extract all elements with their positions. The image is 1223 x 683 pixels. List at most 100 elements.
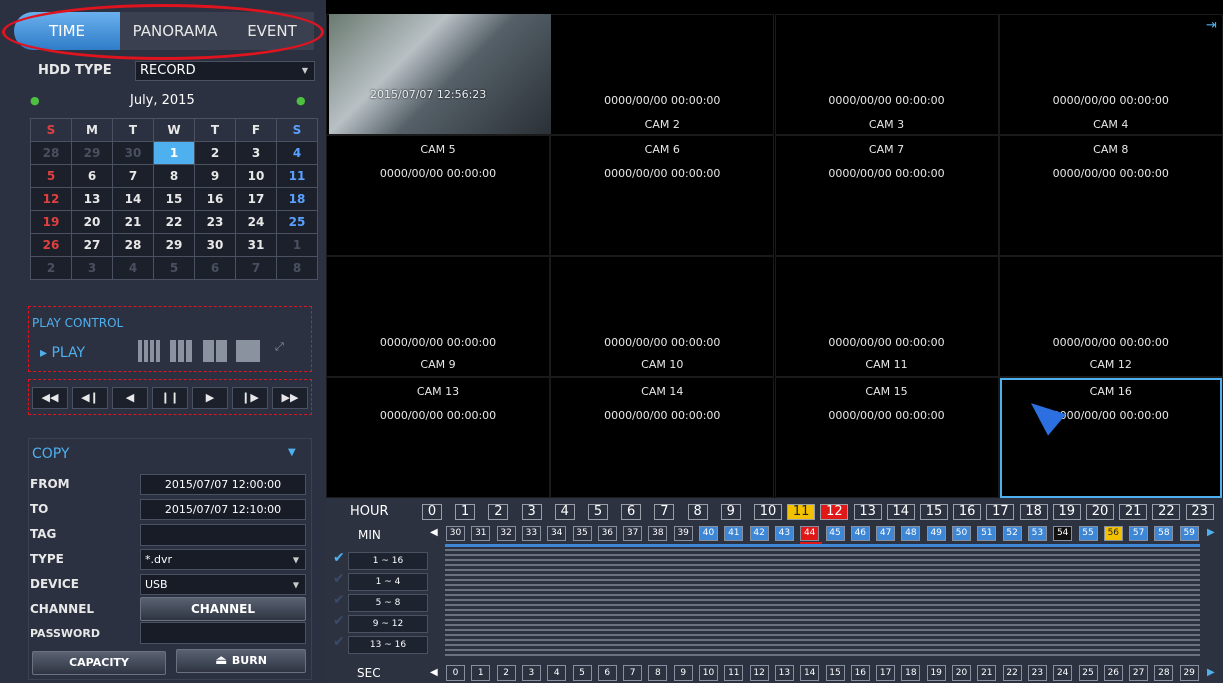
calendar-day[interactable]: 9 [194, 164, 236, 188]
camera-cell[interactable]: CAM 12 0000/00/00 00:00:00 [998, 256, 1223, 377]
hour-cell[interactable]: 21 [1119, 504, 1148, 520]
second-cell[interactable]: 25 [1078, 665, 1098, 681]
minute-cell[interactable]: 41 [724, 526, 744, 541]
fullscreen-icon[interactable]: ⤢ [275, 340, 284, 354]
minute-cell[interactable]: 59 [1179, 526, 1199, 541]
calendar-day[interactable]: 23 [194, 210, 236, 234]
channel-button[interactable]: CHANNEL [140, 597, 306, 621]
second-cell[interactable]: 3 [521, 665, 541, 681]
calendar-day[interactable]: 28 [112, 233, 154, 257]
second-cell[interactable]: 10 [699, 665, 718, 681]
split-1-icon[interactable] [236, 340, 260, 362]
second-cell[interactable]: 22 [1002, 665, 1022, 681]
calendar-day[interactable]: 1 [153, 141, 195, 165]
minute-cell[interactable]: 53 [1027, 526, 1047, 541]
calendar-day[interactable]: 20 [71, 210, 113, 234]
hour-cell[interactable]: 9 [720, 504, 741, 520]
camera-cell[interactable]: CAM 4 0000/00/00 00:00:00 [998, 14, 1223, 135]
minute-cell[interactable]: 36 [597, 526, 617, 541]
second-cell[interactable]: 4 [547, 665, 567, 681]
second-cell[interactable]: 16 [850, 665, 870, 681]
playback-button-6[interactable]: ▶▶ [272, 387, 308, 409]
second-cell[interactable]: 0 [446, 665, 465, 681]
second-cell[interactable]: 11 [724, 665, 744, 681]
minute-cell[interactable]: 39 [673, 526, 693, 541]
second-cell[interactable]: 17 [876, 665, 896, 681]
hour-cell[interactable]: 0 [422, 504, 442, 520]
hour-cell[interactable]: 4 [554, 504, 575, 520]
exit-icon[interactable]: ⇥ [1206, 18, 1217, 33]
hour-cell[interactable]: 20 [1086, 504, 1114, 520]
channel-group-button[interactable]: 1 ~ 4 [348, 573, 428, 591]
camera-cell[interactable]: CAM 2 0000/00/00 00:00:00 [550, 14, 775, 135]
calendar-day[interactable]: 4 [276, 141, 318, 165]
second-cell[interactable]: 7 [623, 665, 643, 681]
playback-button-3[interactable]: ❙❙ [152, 387, 188, 409]
camera-cell[interactable]: CAM 5 0000/00/00 00:00:00 [326, 135, 550, 256]
calendar-day[interactable]: 10 [235, 164, 277, 188]
calendar-day[interactable]: 4 [112, 256, 154, 280]
hour-cell[interactable]: 22 [1152, 504, 1181, 520]
hour-cell[interactable]: 6 [621, 504, 642, 520]
calendar-day[interactable]: 8 [153, 164, 195, 188]
calendar-day[interactable]: 29 [71, 141, 113, 165]
calendar-day[interactable]: 14 [112, 187, 154, 211]
second-cell[interactable]: 23 [1027, 665, 1047, 681]
min-prev-icon[interactable]: ◀ [430, 527, 438, 538]
hour-cell[interactable]: 2 [488, 504, 509, 520]
hour-cell[interactable]: 19 [1052, 504, 1081, 520]
second-cell[interactable]: 18 [901, 665, 921, 681]
second-cell[interactable]: 24 [1053, 665, 1073, 681]
split-16-icon[interactable] [138, 340, 162, 362]
minute-cell[interactable]: 48 [901, 526, 921, 541]
hour-cell[interactable]: 17 [986, 504, 1015, 520]
second-cell[interactable]: 8 [648, 665, 668, 681]
type-select[interactable]: *.dvr ▼ [140, 549, 306, 570]
calendar-day[interactable]: 3 [235, 141, 277, 165]
minute-cell[interactable]: 34 [547, 526, 567, 541]
hour-cell[interactable]: 8 [687, 504, 708, 520]
minute-cell[interactable]: 33 [521, 526, 541, 541]
min-next-icon[interactable]: ▶ [1207, 527, 1215, 538]
checkbox-icon[interactable]: ✔ [333, 613, 345, 629]
second-cell[interactable]: 27 [1129, 665, 1149, 681]
playback-button-2[interactable]: ◀ [112, 387, 148, 409]
calendar-day[interactable]: 13 [71, 187, 113, 211]
playback-button-0[interactable]: ◀◀ [32, 387, 68, 409]
hour-cell[interactable]: 16 [953, 504, 982, 520]
calendar-day[interactable]: 7 [235, 256, 277, 280]
hour-cell[interactable]: 7 [654, 504, 675, 520]
split-9-icon[interactable] [170, 340, 194, 362]
calendar-day[interactable]: 8 [276, 256, 318, 280]
camera-cell[interactable]: CAM 14 0000/00/00 00:00:00 [550, 377, 775, 498]
camera-cell[interactable]: CAM 15 0000/00/00 00:00:00 [774, 377, 999, 498]
minute-cell[interactable]: 37 [623, 526, 643, 541]
burn-button[interactable]: ⏏ BURN [176, 649, 306, 673]
from-field[interactable]: 2015/07/07 12:00:00 [140, 474, 306, 495]
calendar-day[interactable]: 2 [194, 141, 236, 165]
camera-cell[interactable]: CAM 6 0000/00/00 00:00:00 [550, 135, 775, 256]
hour-cell[interactable]: 12 [820, 504, 849, 520]
second-cell[interactable]: 26 [1103, 665, 1123, 681]
minute-cell[interactable]: 50 [952, 526, 971, 541]
calendar-day[interactable]: 16 [194, 187, 236, 211]
checkbox-icon[interactable]: ✔ [333, 634, 345, 650]
capacity-button[interactable]: CAPACITY [32, 651, 166, 675]
calendar-day[interactable]: 25 [276, 210, 318, 234]
playback-button-4[interactable]: ▶ [192, 387, 228, 409]
minute-cell[interactable]: 42 [749, 526, 769, 541]
second-cell[interactable]: 2 [496, 665, 516, 681]
camera-cell[interactable]: CAM 13 0000/00/00 00:00:00 [326, 377, 550, 498]
calendar-day[interactable]: 6 [194, 256, 236, 280]
minute-cell[interactable]: 30 [446, 526, 465, 541]
calendar-day[interactable]: 3 [71, 256, 113, 280]
camera-cell[interactable]: CAM 10 0000/00/00 00:00:00 [550, 256, 775, 377]
hour-cell[interactable]: 13 [853, 504, 882, 520]
minute-cell[interactable]: 44 [800, 526, 820, 541]
checkbox-icon[interactable]: ✔ [333, 571, 345, 587]
minute-cell[interactable]: 49 [926, 526, 946, 541]
minute-cell[interactable]: 55 [1078, 526, 1098, 541]
channel-group-button[interactable]: 13 ~ 16 [348, 636, 428, 654]
calendar-day[interactable]: 29 [153, 233, 195, 257]
hour-cell[interactable]: 14 [886, 504, 915, 520]
